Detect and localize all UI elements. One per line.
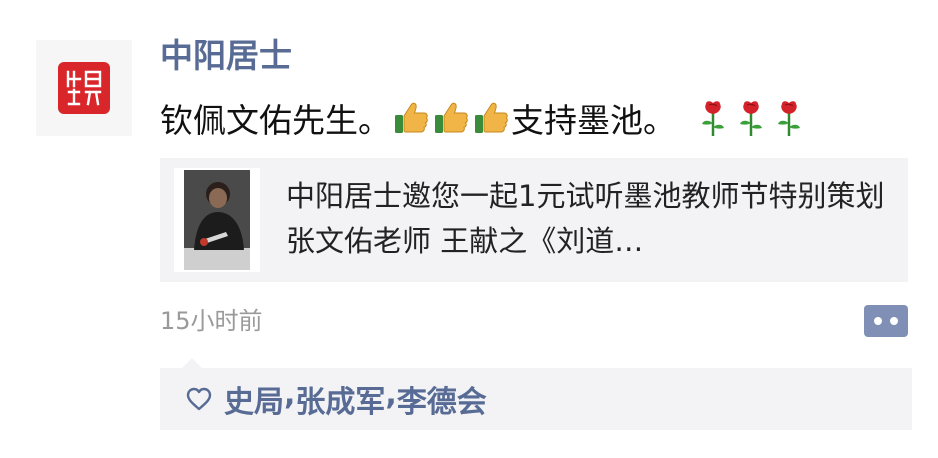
likes-panel: 史局 , 张成军 , 李德会 — [160, 358, 912, 430]
comment-button[interactable] — [864, 305, 908, 337]
liker-separator: , — [385, 377, 397, 412]
liker-name[interactable]: 李德会 — [397, 377, 487, 421]
post-text-part1: 钦佩文佑先生。 — [160, 101, 391, 140]
thumbs-up-icon — [392, 99, 430, 137]
shared-link-card[interactable]: 中阳居士邀您一起1元试听墨池教师节特别策划 张文佑老师 王献之《刘道… — [160, 158, 908, 282]
thumbs-up-icon — [432, 99, 470, 137]
rose-icon — [771, 99, 807, 137]
liker-name[interactable]: 张成军 — [295, 377, 385, 421]
avatar[interactable] — [36, 40, 132, 136]
link-title: 中阳居士邀您一起1元试听墨池教师节特别策划 张文佑老师 王献之《刘道… — [286, 179, 885, 258]
heart-icon — [184, 384, 214, 414]
rose-icon — [733, 99, 769, 137]
more-dot-icon — [874, 317, 882, 325]
liker-separator: , — [284, 377, 296, 412]
rose-icon — [695, 99, 731, 137]
author-name[interactable]: 中阳居士 — [160, 36, 292, 76]
link-thumbnail — [174, 168, 260, 272]
post-text-part2: 支持墨池。 — [511, 101, 676, 140]
more-dot-icon — [890, 317, 898, 325]
likers-list: 史局 , 张成军 , 李德会 — [224, 377, 487, 421]
timestamp: 15小时前 — [160, 307, 263, 335]
seal-logo-icon — [58, 62, 110, 114]
thumbs-up-icon — [472, 99, 510, 137]
post-text: 钦佩文佑先生。 支持墨池。 — [160, 96, 808, 140]
liker-name[interactable]: 史局 — [224, 377, 284, 421]
